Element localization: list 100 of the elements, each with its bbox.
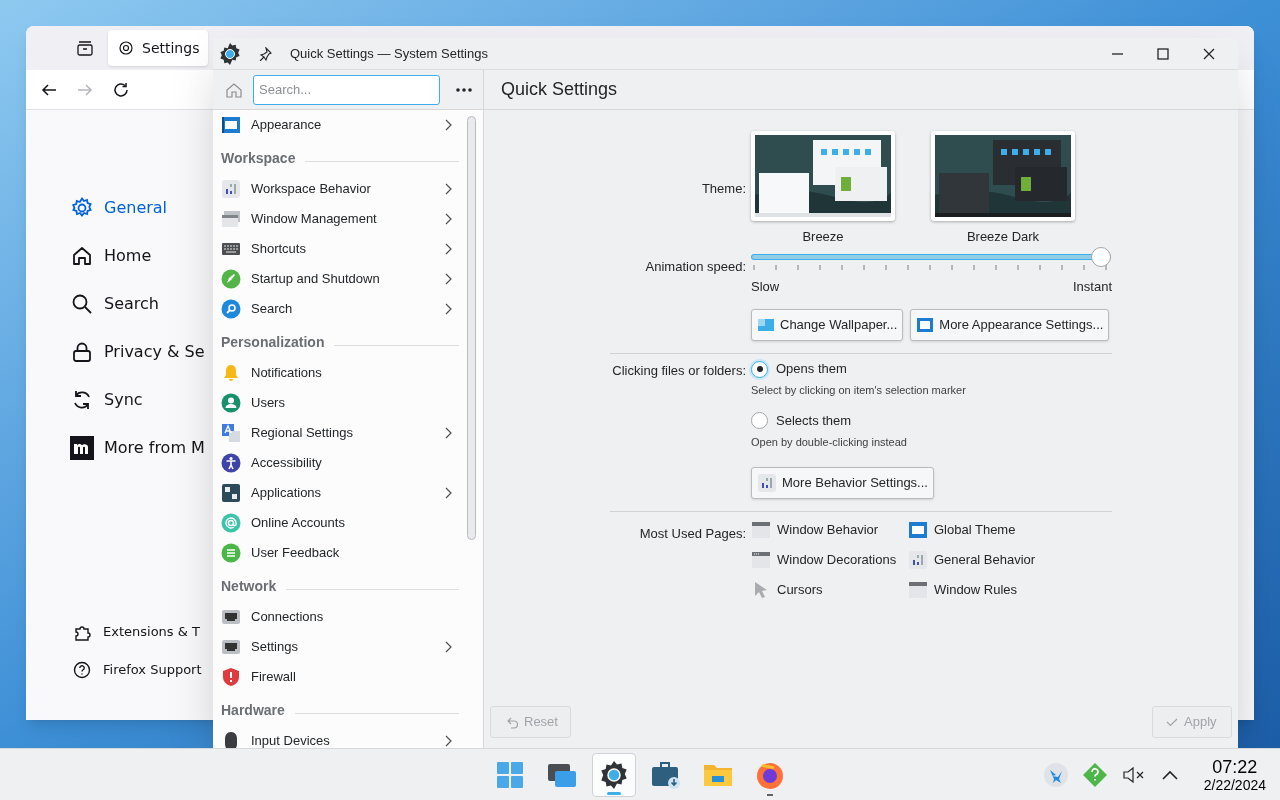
- sidebar-item[interactable]: Online Accounts: [213, 508, 467, 538]
- sidebar-item[interactable]: Startup and Shutdown: [213, 264, 467, 294]
- chevron-right-icon: [443, 243, 453, 255]
- slider-handle[interactable]: [1091, 246, 1111, 267]
- puzzle-icon: [73, 623, 91, 641]
- field-label: Theme:: [700, 180, 746, 198]
- scrollbar[interactable]: [467, 116, 476, 540]
- section-heading: Workspace: [221, 149, 296, 168]
- category-item[interactable]: Sync: [70, 388, 143, 412]
- page-link[interactable]: Global Theme: [908, 520, 1108, 540]
- footer-link[interactable]: Firefox Support: [70, 660, 202, 680]
- undo-icon: [505, 715, 519, 729]
- user-icon: [221, 393, 241, 413]
- section-heading: Network: [221, 577, 277, 596]
- chevron-right-icon: [443, 183, 453, 195]
- window-icon: [908, 520, 928, 540]
- page-link[interactable]: Window Rules: [908, 580, 1108, 600]
- section-heading: Hardware: [221, 701, 285, 720]
- help-icon: [73, 661, 91, 679]
- at-icon: [221, 513, 241, 533]
- field-label: Clicking files or folders:: [611, 362, 746, 380]
- accessibility-icon: [221, 453, 241, 473]
- translate-icon: [221, 423, 241, 443]
- radio-button[interactable]: [751, 412, 768, 429]
- window-title: Quick Settings — System Settings: [290, 44, 488, 63]
- category-item[interactable]: More from M: [70, 436, 205, 460]
- search-icon: [70, 292, 94, 316]
- browser-tab[interactable]: Settings: [108, 30, 208, 66]
- radio-option[interactable]: Selects them: [751, 410, 1112, 431]
- field-label: Animation speed:: [644, 257, 746, 276]
- sidebar-item[interactable]: Notifications: [213, 358, 467, 388]
- tray-item[interactable]: [1043, 762, 1068, 787]
- slider[interactable]: [751, 246, 1111, 267]
- chat-icon: [221, 543, 241, 563]
- minimize-icon: [1111, 52, 1123, 55]
- sidebar-item[interactable]: Input Devices: [213, 726, 467, 748]
- chevron-right-icon: [443, 119, 453, 131]
- chevron-right-icon: [443, 427, 453, 439]
- sidebar-item[interactable]: Appearance: [213, 110, 467, 140]
- reload-icon: [112, 80, 130, 99]
- bell-icon: [221, 363, 241, 383]
- slider-min-label: Slow: [751, 277, 780, 296]
- chevron-right-icon: [443, 641, 453, 653]
- sidebar-item[interactable]: Firewall: [213, 662, 467, 692]
- lock-icon: [70, 340, 94, 364]
- action-button[interactable]: More Appearance Settings...: [910, 309, 1110, 341]
- window-icon: [221, 115, 241, 135]
- window-icon: [908, 580, 928, 600]
- category-item[interactable]: Search: [70, 292, 159, 316]
- logo-icon: [70, 436, 94, 460]
- sidebar-item[interactable]: Users: [213, 388, 467, 418]
- field-label: Most Used Pages:: [638, 525, 746, 543]
- search-icon: [221, 299, 241, 319]
- taskbar-app[interactable]: [592, 752, 636, 797]
- slider-max-label: Instant: [1072, 277, 1112, 296]
- chevron-right-icon: [443, 487, 453, 499]
- clock-date: 2/22/2024: [1203, 777, 1266, 792]
- sidebar-item[interactable]: Applications: [213, 478, 467, 508]
- search-field[interactable]: Search...: [253, 74, 440, 105]
- page-link[interactable]: Window Behavior: [751, 520, 908, 540]
- sidebar-item[interactable]: Window Management: [213, 204, 467, 234]
- category-item[interactable]: Privacy & Se: [70, 340, 205, 364]
- tab-list-icon: [76, 39, 94, 57]
- page-link[interactable]: General Behavior: [908, 550, 1108, 570]
- shield-icon: [221, 667, 241, 687]
- section-heading: Personalization: [221, 333, 325, 352]
- chevron-right-icon: [443, 273, 453, 285]
- sidebar-item[interactable]: Shortcuts: [213, 234, 467, 264]
- sidebar-item[interactable]: Workspace Behavior: [213, 174, 467, 204]
- window-icon: [751, 520, 771, 540]
- radio-option[interactable]: Opens them: [751, 359, 1112, 379]
- clock[interactable]: 07:22 2/22/2024: [1203, 757, 1266, 792]
- sidebar-item[interactable]: Regional Settings: [213, 418, 467, 448]
- category-item[interactable]: General: [70, 196, 168, 220]
- option-description: Select by clicking on item's selection marker: [751, 383, 967, 398]
- action-button[interactable]: More Behavior Settings...: [751, 467, 934, 499]
- window-icon: [916, 317, 935, 333]
- home-icon: [70, 244, 94, 268]
- chevron-right-icon: [443, 303, 453, 315]
- pin-icon: [258, 46, 272, 61]
- page-link[interactable]: Window Decorations: [751, 550, 908, 570]
- page-link[interactable]: Cursors: [751, 580, 908, 600]
- chevron-right-icon: [443, 735, 453, 747]
- theme-name: Breeze: [802, 228, 844, 246]
- action-button[interactable]: Change Wallpaper...: [751, 309, 904, 341]
- more-icon: [456, 87, 472, 92]
- dots-grid-icon: [221, 179, 241, 199]
- dots-grid-icon: [908, 550, 928, 570]
- footer-link[interactable]: Extensions & T: [70, 622, 200, 642]
- windows-icon: [221, 209, 241, 229]
- sidebar-item[interactable]: Settings: [213, 632, 467, 662]
- page-title: Quick Settings: [501, 78, 618, 101]
- radio-button[interactable]: [751, 360, 768, 378]
- apps-icon: [221, 483, 241, 503]
- sidebar-item[interactable]: Search: [213, 294, 467, 324]
- sidebar-item[interactable]: Accessibility: [213, 448, 467, 478]
- category-item[interactable]: Home: [70, 244, 152, 268]
- muted-speaker-icon: [1121, 764, 1146, 785]
- sidebar-item[interactable]: User Feedback: [213, 538, 467, 568]
- sidebar-item[interactable]: Connections: [213, 602, 467, 632]
